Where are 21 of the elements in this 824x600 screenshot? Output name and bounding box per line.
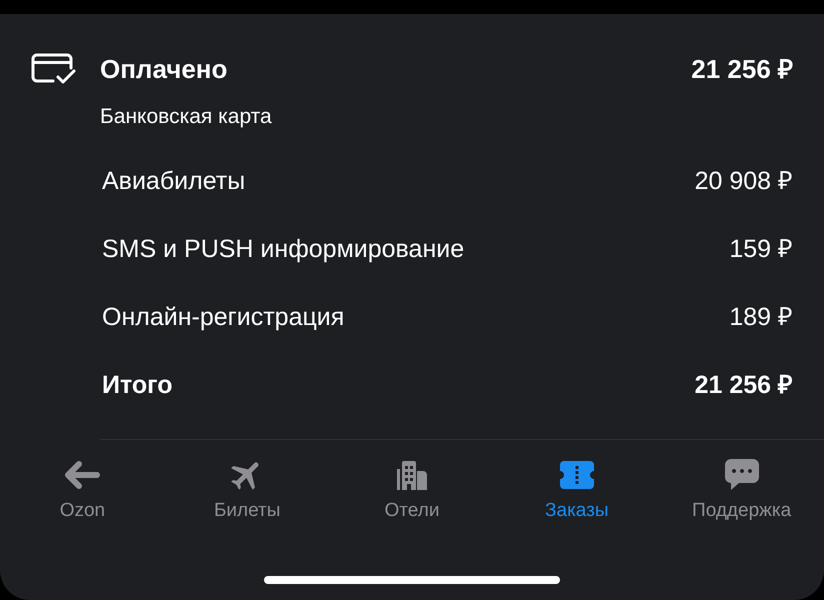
ticket-icon	[560, 461, 594, 489]
nav-tab[interactable]: Заказы	[494, 459, 660, 523]
nav-tab[interactable]: Ozon	[0, 459, 165, 523]
payment-amount: 21 256 ₽	[691, 53, 793, 85]
chat-bubble-icon	[724, 459, 759, 491]
total-label: Итого	[102, 370, 173, 401]
total-amount: 21 256 ₽	[694, 370, 793, 401]
line-item-label: Онлайн-регистрация	[102, 302, 344, 333]
payment-method: Банковская карта	[100, 105, 272, 128]
credit-card-check-icon	[31, 53, 77, 85]
line-item-label: SMS и PUSH информирование	[102, 234, 464, 265]
back-arrow-icon	[64, 460, 100, 490]
nav-tab[interactable]: Поддержка	[659, 459, 824, 523]
line-item-amount: 189 ₽	[729, 302, 793, 333]
line-item-amount: 159 ₽	[729, 234, 793, 265]
line-item-label: Авиабилеты	[102, 166, 246, 197]
nav-tab[interactable]: Отели	[330, 459, 494, 523]
building-icon	[396, 460, 427, 490]
payment-status: Оплачено	[100, 53, 228, 85]
nav-tab[interactable]: Билеты	[164, 459, 330, 523]
line-item-amount: 20 908 ₽	[694, 166, 793, 197]
